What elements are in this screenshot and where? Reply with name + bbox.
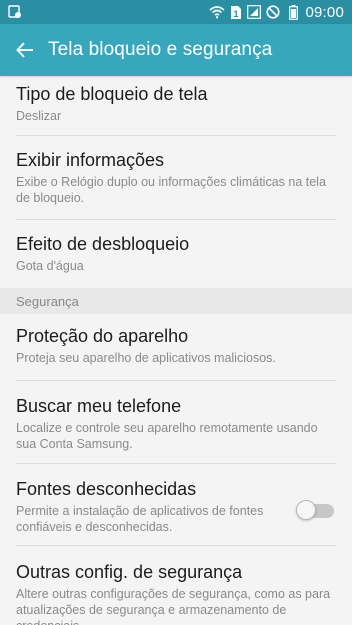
item-subtitle: Exibe o Relógio duplo ou informações cli… <box>16 175 326 205</box>
sim-badge-label: 1 <box>234 9 239 19</box>
settings-list: Tipo de bloqueio de tela Deslizar Exibir… <box>0 76 352 625</box>
no-sync-icon <box>266 4 281 20</box>
app-bar: Tela bloqueio e segurança <box>0 24 352 76</box>
item-title: Exibir informações <box>16 150 165 170</box>
item-subtitle: Deslizar <box>16 109 62 123</box>
sim-icon: 1 <box>230 4 242 20</box>
item-title: Buscar meu telefone <box>16 396 182 416</box>
notification-icon <box>8 4 22 20</box>
item-subtitle: Proteja seu aparelho de aplicativos mali… <box>16 351 276 365</box>
list-item-fontes-desconhecidas[interactable]: Fontes desconhecidas Permite a instalaçã… <box>0 464 352 546</box>
item-subtitle: Altere outras configurações de segurança… <box>16 587 331 625</box>
list-item-efeito-desbloqueio[interactable]: Efeito de desbloqueio Gota d'água <box>0 220 352 288</box>
list-item-tipo-bloqueio[interactable]: Tipo de bloqueio de tela Deslizar <box>0 76 352 136</box>
list-item-buscar-telefone[interactable]: Buscar meu telefone Localize e controle … <box>0 381 352 464</box>
back-button[interactable] <box>12 37 38 63</box>
item-title: Tipo de bloqueio de tela <box>16 84 208 104</box>
wifi-icon <box>209 4 225 20</box>
clock-time: 09:00 <box>305 3 344 21</box>
item-title: Outras config. de segurança <box>16 562 243 582</box>
list-item-outras-config-seguranca[interactable]: Outras config. de segurança Altere outra… <box>0 546 352 625</box>
list-item-protecao-aparelho[interactable]: Proteção do aparelho Proteja seu aparelh… <box>0 314 352 381</box>
item-title: Efeito de desbloqueio <box>16 234 190 254</box>
signal-icon <box>247 4 262 20</box>
toggle-knob <box>296 500 316 520</box>
battery-icon <box>289 4 299 20</box>
list-item-exibir-informacoes[interactable]: Exibir informações Exibe o Relógio duplo… <box>0 136 352 220</box>
item-title: Proteção do aparelho <box>16 326 189 346</box>
section-header-seguranca: Segurança <box>0 288 352 314</box>
item-subtitle: Permite a instalação de aplicativos de f… <box>16 504 264 534</box>
item-subtitle: Gota d'água <box>16 259 84 273</box>
item-subtitle: Localize e controle seu aparelho remotam… <box>16 421 318 451</box>
arrow-back-icon <box>16 42 33 58</box>
page-title: Tela bloqueio e segurança <box>48 39 273 60</box>
status-bar: 1 09:00 <box>0 0 352 24</box>
item-title: Fontes desconhecidas <box>16 479 197 499</box>
unknown-sources-toggle[interactable] <box>296 500 334 520</box>
